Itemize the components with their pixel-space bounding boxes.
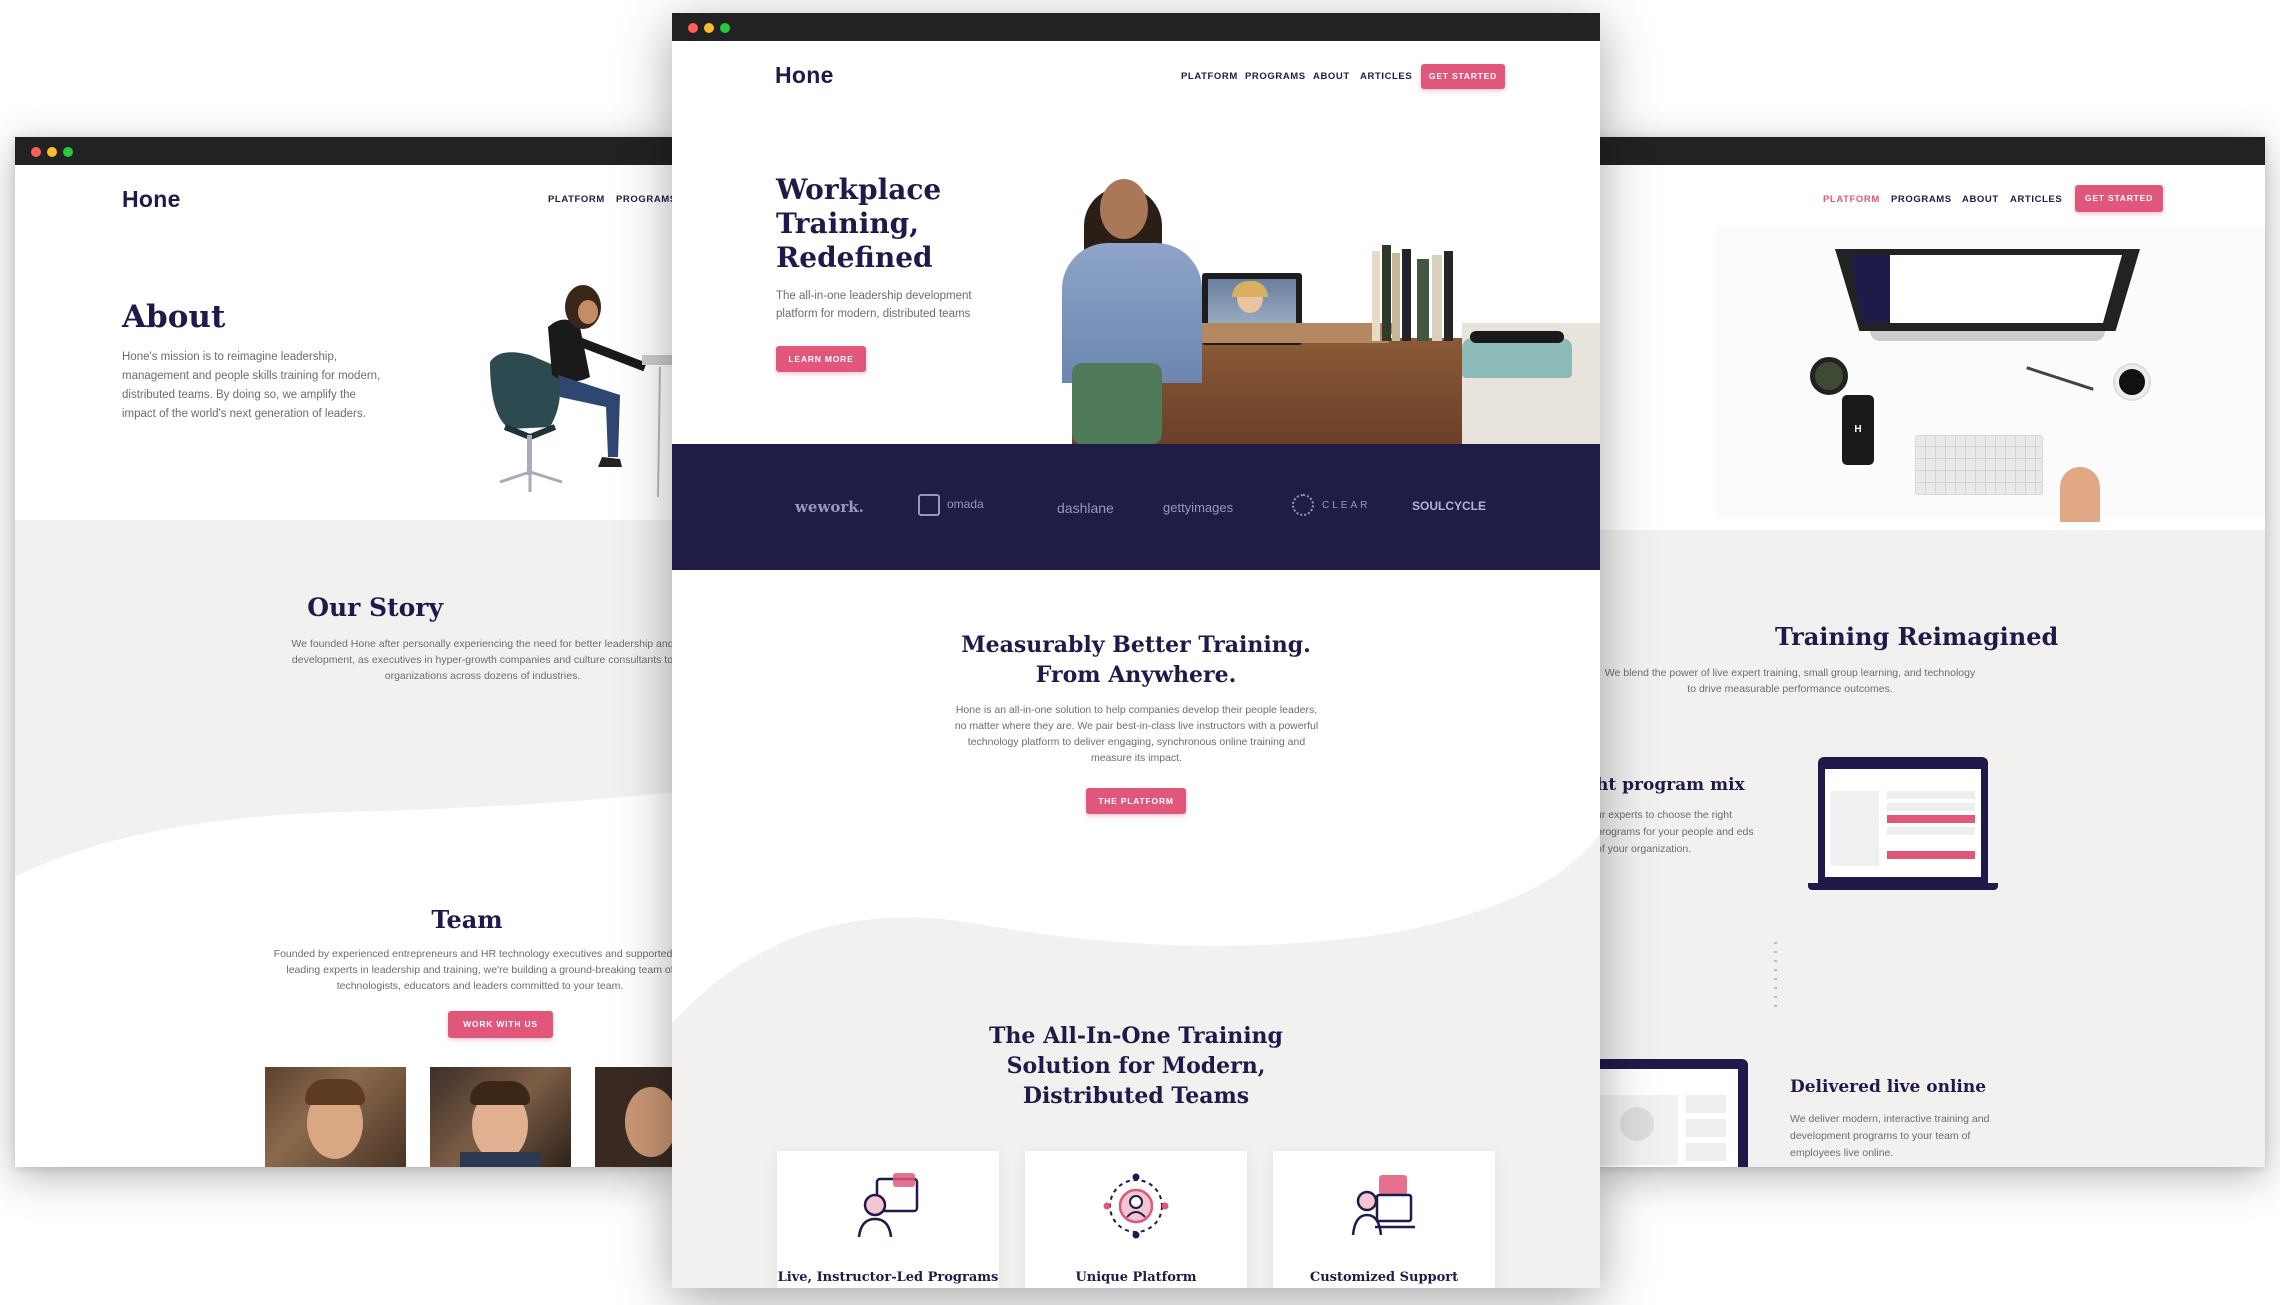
feature-card-label: Unique Platform (1075, 1270, 1197, 1285)
feature-text: We deliver modern, interactive training … (1790, 1113, 1990, 1159)
nav-articles[interactable]: ARTICLES (1360, 71, 1412, 82)
section3-title: The All-In-One Training Solution for Mod… (672, 1021, 1600, 1111)
nav-platform[interactable]: PLATFORM (1181, 71, 1238, 82)
feature-text: ur experts to choose the right programs … (1596, 809, 1754, 855)
story-text: We founded Hone after personally experie… (291, 638, 674, 682)
phone-screen: H (1842, 395, 1874, 465)
home-page-window: Hone PLATFORM PROGRAMS ABOUT ARTICLES GE… (672, 13, 1600, 1288)
feature-card-unique-platform[interactable]: Unique Platform (1025, 1151, 1247, 1288)
support-agent-icon (1351, 1175, 1415, 1236)
dashlane-logo: dashlane (1057, 500, 1114, 516)
team-title: Team (431, 905, 503, 934)
client-logos-strip: wework. omada dashlane gettyimages CLEAR… (672, 444, 1600, 570)
omada-logo-icon (918, 494, 940, 516)
get-started-button[interactable]: GET STARTED (1421, 64, 1505, 89)
hero-title-line: Workplace (776, 173, 942, 206)
close-dot-icon[interactable] (688, 23, 698, 33)
browser-titlebar (15, 137, 675, 165)
platform-network-icon (1103, 1173, 1169, 1239)
story-title: Our Story (307, 593, 443, 622)
nav-about[interactable]: ABOUT (1313, 71, 1350, 82)
the-platform-button[interactable]: THE PLATFORM (1086, 788, 1186, 814)
page-title: About (122, 299, 226, 335)
nav-programs[interactable]: PROGRAMS (1245, 71, 1306, 82)
work-with-us-button[interactable]: WORK WITH US (448, 1011, 553, 1038)
hone-logo[interactable]: Hone (122, 186, 181, 213)
get-started-button[interactable]: GET STARTED (2075, 185, 2163, 212)
instructor-icon (857, 1173, 919, 1238)
section2-title-line: From Anywhere. (1035, 662, 1237, 688)
feature-card-label: Customized Support (1309, 1270, 1459, 1285)
about-page-window: Hone PLATFORM PROGRAMS About Hone's miss… (15, 137, 675, 1167)
soulcycle-logo: SOULCYCLE (1412, 499, 1487, 513)
nav-about[interactable]: ABOUT (1962, 194, 1999, 205)
minimize-dot-icon[interactable] (704, 23, 714, 33)
live-session-illustration (1590, 1059, 1750, 1167)
woman-working-photo (490, 285, 672, 498)
section3-title-line: The All-In-One Training (989, 1023, 1283, 1049)
close-dot-icon[interactable] (31, 147, 41, 157)
clear-logo-icon (1292, 494, 1314, 516)
section3-title-line: Solution for Modern, (1006, 1053, 1266, 1079)
feature-title: ht program mix (1596, 775, 1745, 795)
feature-card-label: Live, Instructor-Led Programs (777, 1270, 999, 1285)
platform-page-window: PLATFORM PROGRAMS ABOUT ARTICLES GET STA… (1590, 137, 2265, 1167)
hero-title-line: Training, (776, 207, 920, 240)
mission-text: Hone's mission is to reimagine leadershi… (122, 351, 381, 420)
nav-platform[interactable]: PLATFORM (1823, 194, 1880, 205)
team-member-photo (595, 1067, 675, 1167)
omada-logo: omada (947, 497, 984, 511)
maximize-dot-icon[interactable] (720, 23, 730, 33)
wave-divider (672, 823, 1600, 1023)
clear-logo: CLEAR (1322, 500, 1371, 511)
nav-articles[interactable]: ARTICLES (2010, 194, 2062, 205)
nav-programs[interactable]: PROGRAMS (1891, 194, 1952, 205)
maximize-dot-icon[interactable] (63, 147, 73, 157)
section2-title-line: Measurably Better Training. (961, 632, 1311, 658)
hero-text: The all-in-one leadership development pl… (776, 290, 972, 320)
team-member-photo (430, 1067, 571, 1167)
nav-programs[interactable]: PROGRAMS (616, 194, 675, 205)
timeline-dots (1774, 937, 1777, 1007)
section2-text: Hone is an all-in-one solution to help c… (954, 704, 1319, 764)
team-text: Founded by experienced entrepreneurs and… (273, 948, 675, 992)
minimize-dot-icon[interactable] (47, 147, 57, 157)
section3-title-line: Distributed Teams (1022, 1083, 1250, 1109)
section2-title: Measurably Better Training. From Anywher… (672, 630, 1600, 690)
nav-platform[interactable]: PLATFORM (548, 194, 605, 205)
feature-card-live-programs[interactable]: Live, Instructor-Led Programs (777, 1151, 999, 1288)
laptop-platform-illustration (1808, 757, 1998, 892)
team-member-photo (265, 1067, 406, 1167)
browser-titlebar (672, 13, 1600, 41)
section-title: Training Reimagined (1775, 622, 2059, 651)
gettyimages-logo: gettyimages (1163, 500, 1234, 515)
feature-card-customized-support[interactable]: Customized Support (1273, 1151, 1495, 1288)
browser-titlebar (1590, 137, 2265, 165)
learn-more-button[interactable]: LEARN MORE (776, 346, 866, 372)
wework-logo: wework. (795, 498, 864, 516)
hone-logo[interactable]: Hone (775, 62, 834, 89)
hero-photo (1062, 163, 1600, 444)
section-text: We blend the power of live expert traini… (1604, 667, 1976, 695)
desk-flatlay-photo: H (1715, 227, 2265, 522)
hero-title: Workplace Training, Redefined (776, 173, 941, 275)
feature-title: Delivered live online (1790, 1077, 1987, 1097)
hero-title-line: Redefined (776, 241, 933, 274)
